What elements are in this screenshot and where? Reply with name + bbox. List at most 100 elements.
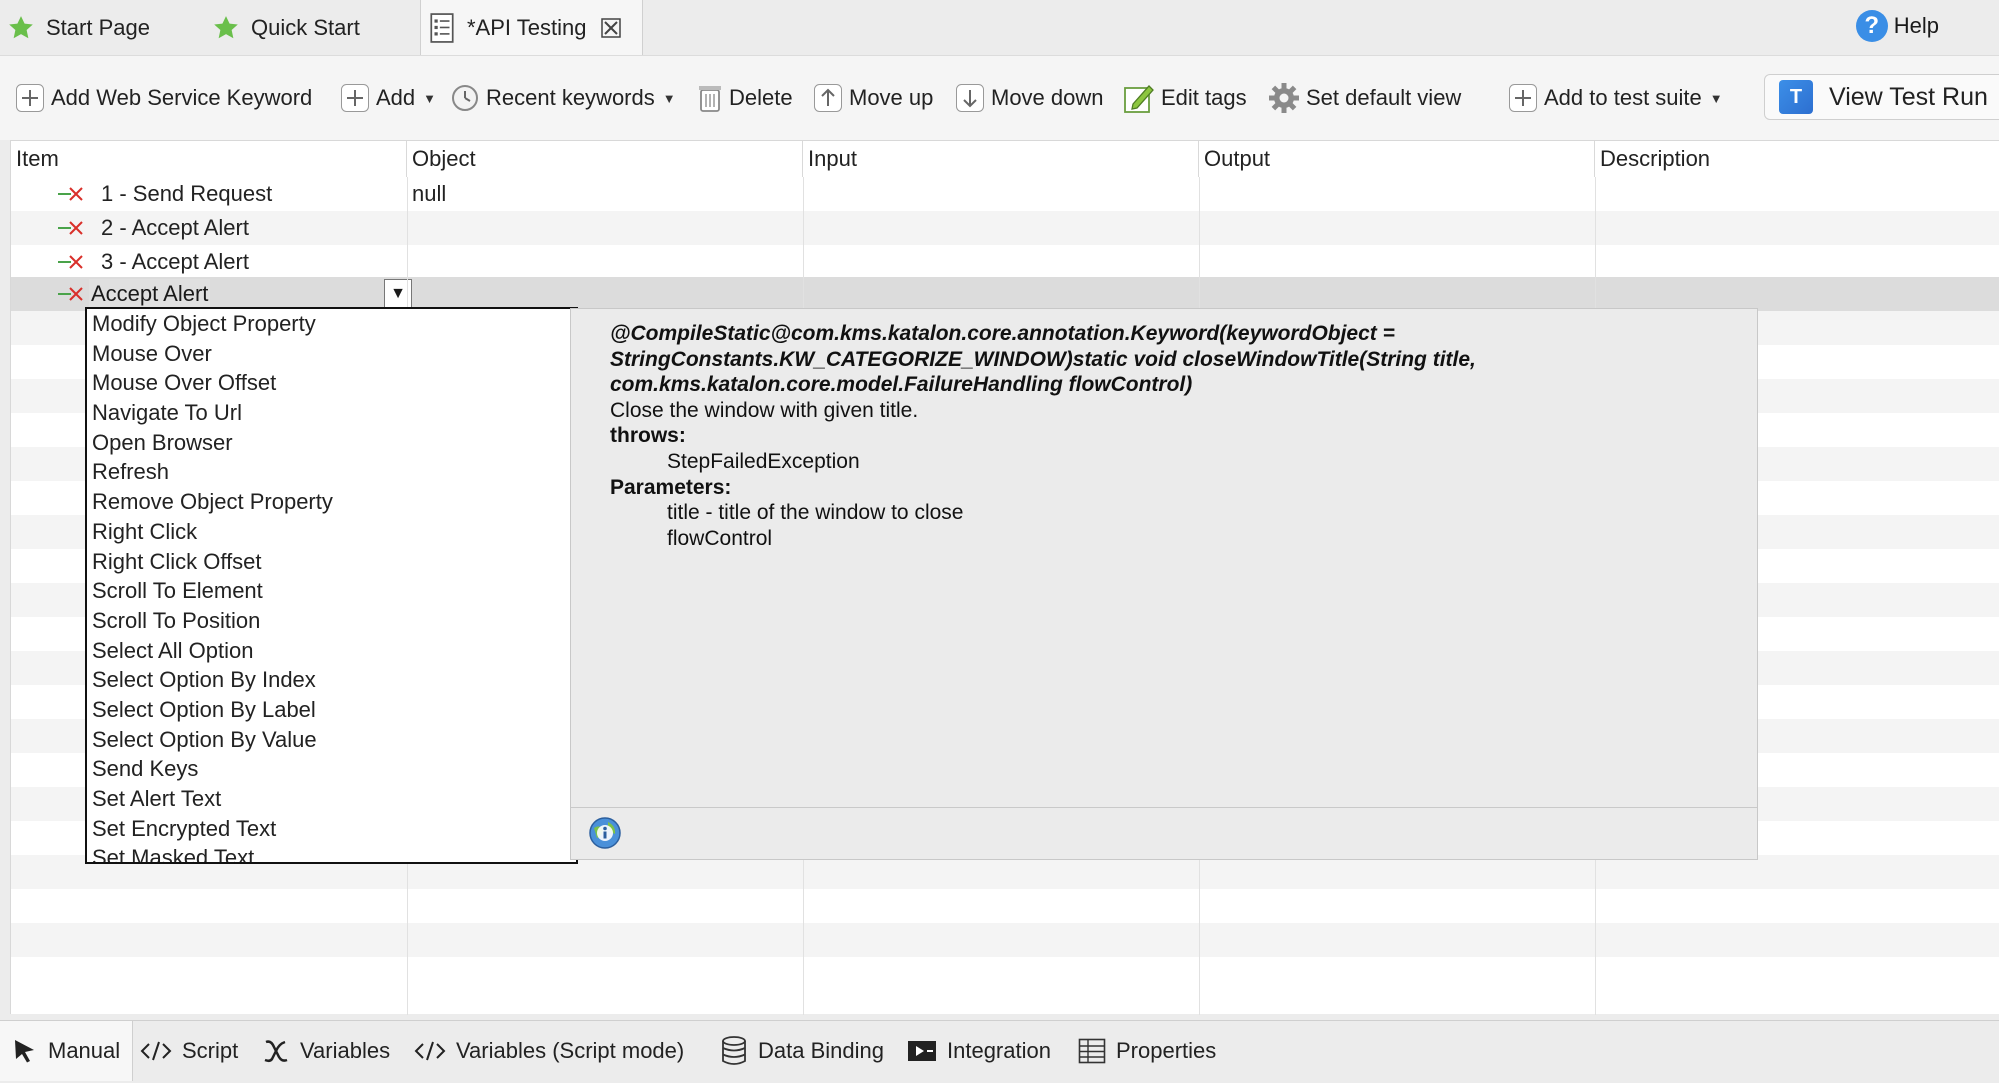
- list-item[interactable]: Select All Option: [87, 636, 576, 666]
- cursor-icon: [15, 1040, 34, 1063]
- column-header-object[interactable]: Object: [407, 141, 803, 177]
- chevron-down-icon[interactable]: ▼: [663, 91, 676, 106]
- keyword-combo-input[interactable]: Accept Alert: [89, 279, 211, 309]
- list-item[interactable]: Modify Object Property: [87, 309, 576, 339]
- help-icon: ?: [1855, 10, 1888, 42]
- list-item[interactable]: Open Browser: [87, 428, 576, 458]
- tab-script[interactable]: Script: [140, 1033, 238, 1069]
- step-disabled-icon: [58, 187, 83, 201]
- list-item[interactable]: Navigate To Url: [87, 398, 576, 428]
- step-disabled-icon: [58, 287, 83, 301]
- chevron-down-icon[interactable]: ▼: [1710, 91, 1723, 106]
- test-case-icon: [430, 12, 454, 43]
- tab-label: Data Binding: [758, 1038, 884, 1063]
- view-test-run-label: View Test Run: [1829, 82, 1988, 111]
- list-item[interactable]: Set Alert Text: [87, 784, 576, 814]
- editor-mode-tabs: Manual Script Variables Variables (Scrip…: [0, 1020, 1999, 1081]
- tab-label: *API Testing: [467, 14, 587, 40]
- tab-variables-script-mode[interactable]: Variables (Script mode): [414, 1033, 684, 1069]
- table-row[interactable]: 3 - Accept Alert: [11, 245, 1999, 279]
- tab-label: Start Page: [46, 14, 150, 40]
- tab-properties[interactable]: Properties: [1078, 1033, 1216, 1069]
- code-icon: [414, 1041, 446, 1061]
- step-object[interactable]: null: [412, 177, 446, 211]
- list-item[interactable]: Send Keys: [87, 754, 576, 784]
- chevron-down-icon[interactable]: ▼: [423, 91, 436, 106]
- gear-icon: [1269, 83, 1299, 113]
- delete-label: Delete: [729, 85, 793, 110]
- plus-icon: [341, 84, 369, 112]
- view-test-run-button[interactable]: T View Test Run: [1764, 74, 1999, 120]
- add-label: Add: [376, 85, 416, 110]
- tab-variables[interactable]: Variables: [262, 1033, 390, 1069]
- list-item[interactable]: Select Option By Value: [87, 725, 576, 755]
- tab-label: Properties: [1116, 1038, 1217, 1063]
- move-down-label: Move down: [991, 85, 1104, 110]
- edit-tags-label: Edit tags: [1161, 85, 1247, 110]
- list-item[interactable]: Mouse Over: [87, 339, 576, 369]
- tab-start-page[interactable]: Start Page: [8, 0, 150, 55]
- add-to-test-suite-button[interactable]: Add to test suite ▼: [1508, 80, 1723, 116]
- list-item[interactable]: Scroll To Element: [87, 576, 576, 606]
- add-to-test-suite-label: Add to test suite: [1544, 85, 1702, 110]
- set-default-view-button[interactable]: Set default view: [1268, 80, 1461, 116]
- code-icon: [140, 1041, 172, 1061]
- info-globe-icon[interactable]: [588, 816, 622, 850]
- close-icon[interactable]: [600, 17, 622, 39]
- list-item[interactable]: Right Click: [87, 517, 576, 547]
- list-item[interactable]: Select Option By Label: [87, 695, 576, 725]
- tab-label: Script: [182, 1038, 239, 1063]
- edit-icon: [1124, 85, 1154, 113]
- tab-label: Quick Start: [251, 14, 360, 40]
- column-header-description[interactable]: Description: [1595, 141, 1999, 177]
- star-icon: [214, 15, 238, 38]
- list-item[interactable]: Select Option By Index: [87, 665, 576, 695]
- integration-icon: [908, 1041, 936, 1061]
- recent-keywords-label: Recent keywords: [486, 85, 655, 110]
- column-header-item[interactable]: Item: [11, 141, 407, 177]
- list-item[interactable]: Mouse Over Offset: [87, 368, 576, 398]
- move-up-button[interactable]: Move up: [813, 80, 933, 116]
- table-row[interactable]: 1 - Send Request null: [11, 177, 1999, 211]
- tab-data-binding[interactable]: Data Binding: [720, 1033, 884, 1069]
- list-item[interactable]: Right Click Offset: [87, 547, 576, 577]
- recent-keywords-button[interactable]: Recent keywords ▼: [450, 80, 676, 116]
- tab-label: Variables (Script mode): [456, 1038, 685, 1063]
- list-item[interactable]: Set Encrypted Text: [87, 814, 576, 844]
- tab-api-testing[interactable]: *API Testing: [420, 0, 644, 55]
- help-label: Help: [1893, 13, 1939, 38]
- list-item[interactable]: Scroll To Position: [87, 606, 576, 636]
- doc-signature-line: StringConstants.KW_CATEGORIZE_WINDOW)sta…: [610, 347, 1476, 371]
- keyword-dropdown-list[interactable]: Modify Object Property Mouse Over Mouse …: [85, 307, 578, 864]
- move-down-button[interactable]: Move down: [955, 80, 1104, 116]
- column-header-output[interactable]: Output: [1199, 141, 1595, 177]
- tab-integration[interactable]: Integration: [907, 1033, 1051, 1069]
- table-row[interactable]: [11, 923, 1999, 957]
- table-row[interactable]: 2 - Accept Alert: [11, 211, 1999, 245]
- table-row-editing[interactable]: Accept Alert ▼: [11, 277, 1999, 311]
- step-item: 2 - Accept Alert: [101, 215, 249, 240]
- plus-icon: [1509, 84, 1537, 112]
- doc-throws-label: throws:: [610, 424, 686, 448]
- history-icon: [452, 85, 478, 111]
- list-item[interactable]: Refresh: [87, 457, 576, 487]
- help-button[interactable]: ? Help: [1855, 0, 1939, 52]
- list-item[interactable]: Remove Object Property: [87, 487, 576, 517]
- edit-tags-button[interactable]: Edit tags: [1123, 80, 1247, 116]
- table-icon: [1078, 1038, 1106, 1064]
- add-button[interactable]: Add ▼: [340, 80, 436, 116]
- add-web-service-keyword-button[interactable]: Add Web Service Keyword: [15, 80, 312, 116]
- step-item: 3 - Accept Alert: [101, 249, 249, 274]
- trash-icon: [699, 86, 721, 112]
- toolbar: Add Web Service Keyword Add ▼ Recent key…: [0, 55, 1999, 140]
- delete-button[interactable]: Delete: [697, 80, 793, 116]
- step-item: 1 - Send Request: [101, 181, 273, 206]
- tab-label: Integration: [947, 1038, 1051, 1063]
- tab-manual[interactable]: Manual: [0, 1021, 134, 1081]
- move-up-label: Move up: [849, 85, 934, 110]
- step-disabled-icon: [58, 221, 83, 235]
- tab-quick-start[interactable]: Quick Start: [213, 0, 360, 55]
- column-header-input[interactable]: Input: [803, 141, 1199, 177]
- doc-content: @CompileStatic@com.kms.katalon.core.anno…: [610, 321, 1476, 551]
- list-item[interactable]: Set Masked Text: [87, 843, 576, 862]
